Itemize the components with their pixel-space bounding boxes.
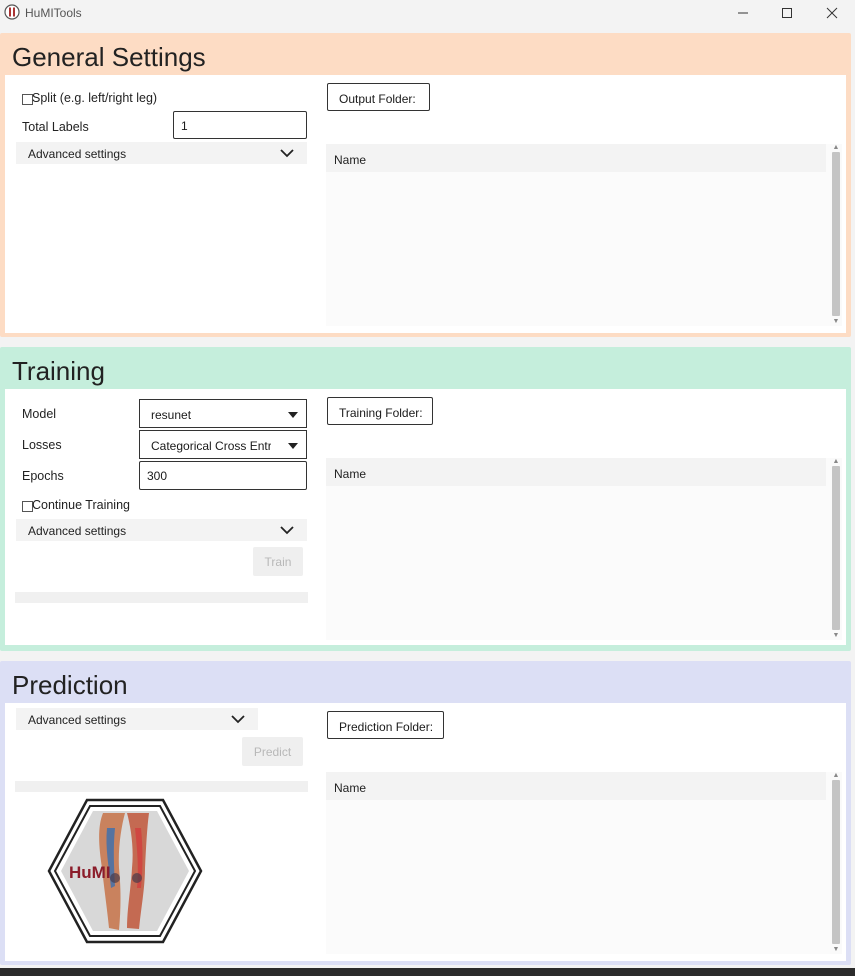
training-title: Training: [12, 356, 105, 386]
prediction-title: Prediction: [12, 670, 128, 700]
title-bar: HuMITools: [0, 0, 855, 26]
prediction-panel: Advanced settings Predict HuMI Predictio…: [5, 703, 846, 961]
list-column-name[interactable]: Name: [326, 458, 826, 486]
training-progress-bar: [15, 592, 308, 603]
train-button[interactable]: Train: [253, 547, 303, 576]
model-select[interactable]: resunet: [139, 399, 307, 428]
scrollbar-thumb[interactable]: [832, 152, 840, 316]
output-list-scrollbar[interactable]: ▲ ▼: [830, 144, 842, 326]
continue-training-label[interactable]: Continue Training: [32, 498, 130, 512]
epochs-label: Epochs: [22, 469, 64, 483]
close-icon: [826, 7, 838, 19]
total-labels-input[interactable]: 1: [173, 111, 307, 139]
minimize-button[interactable]: [720, 0, 766, 26]
prediction-section: Prediction Advanced settings Predict HuM…: [0, 661, 851, 965]
total-labels-label: Total Labels: [22, 120, 89, 134]
predict-button[interactable]: Predict: [242, 737, 303, 766]
advanced-settings-label: Advanced settings: [28, 147, 127, 161]
prediction-file-list[interactable]: Name ▲ ▼: [326, 772, 842, 954]
window-title: HuMITools: [25, 6, 82, 20]
scroll-down-icon[interactable]: ▼: [832, 946, 840, 953]
chevron-down-icon: [280, 526, 294, 535]
output-folder-button[interactable]: Output Folder:: [327, 83, 430, 111]
training-advanced-settings-toggle[interactable]: Advanced settings: [16, 519, 307, 541]
split-label[interactable]: Split (e.g. left/right leg): [32, 91, 157, 105]
losses-label: Losses: [22, 438, 62, 452]
general-settings-panel: Split (e.g. left/right leg) Total Labels…: [5, 75, 846, 333]
training-file-list[interactable]: Name ▲ ▼: [326, 458, 842, 640]
general-settings-title: General Settings: [12, 42, 206, 72]
model-select-value: resunet: [151, 408, 192, 422]
model-label: Model: [22, 407, 57, 421]
scroll-up-icon[interactable]: ▲: [832, 144, 840, 151]
scroll-up-icon[interactable]: ▲: [832, 458, 840, 465]
general-advanced-settings-toggle[interactable]: Advanced settings: [16, 142, 307, 164]
scrollbar-thumb[interactable]: [832, 466, 840, 630]
humi-logo: HuMI: [47, 798, 203, 944]
advanced-settings-label: Advanced settings: [28, 524, 127, 538]
advanced-settings-label: Advanced settings: [28, 713, 127, 727]
training-folder-button[interactable]: Training Folder:: [327, 397, 433, 425]
list-column-name[interactable]: Name: [326, 772, 826, 800]
prediction-advanced-settings-toggle[interactable]: Advanced settings: [16, 708, 258, 730]
maximize-button[interactable]: [764, 0, 810, 26]
logo-text: HuMI: [69, 863, 111, 882]
general-settings-section: General Settings Split (e.g. left/right …: [0, 33, 851, 337]
output-file-list[interactable]: Name ▲ ▼: [326, 144, 842, 326]
training-list-scrollbar[interactable]: ▲ ▼: [830, 458, 842, 640]
taskbar-edge: [0, 968, 855, 976]
dropdown-arrow-icon: [288, 412, 298, 418]
app-logo-icon: [4, 4, 20, 20]
epochs-input[interactable]: 300: [139, 461, 307, 490]
chevron-down-icon: [280, 149, 294, 158]
prediction-folder-button[interactable]: Prediction Folder:: [327, 711, 444, 739]
chevron-down-icon: [231, 715, 245, 724]
training-panel: Model resunet Losses Categorical Cross E…: [5, 389, 846, 645]
close-button[interactable]: [809, 0, 855, 26]
prediction-list-scrollbar[interactable]: ▲ ▼: [830, 772, 842, 954]
minimize-icon: [738, 12, 748, 14]
scroll-down-icon[interactable]: ▼: [832, 632, 840, 639]
maximize-icon: [782, 8, 792, 18]
prediction-progress-bar: [15, 781, 308, 792]
scrollbar-thumb[interactable]: [832, 780, 840, 944]
dropdown-arrow-icon: [288, 443, 298, 449]
list-column-name[interactable]: Name: [326, 144, 826, 172]
scroll-up-icon[interactable]: ▲: [832, 772, 840, 779]
training-section: Training Model resunet Losses Categorica…: [0, 347, 851, 651]
losses-select-value: Categorical Cross Entropy: [151, 439, 271, 453]
scroll-down-icon[interactable]: ▼: [832, 318, 840, 325]
losses-select[interactable]: Categorical Cross Entropy: [139, 430, 307, 459]
